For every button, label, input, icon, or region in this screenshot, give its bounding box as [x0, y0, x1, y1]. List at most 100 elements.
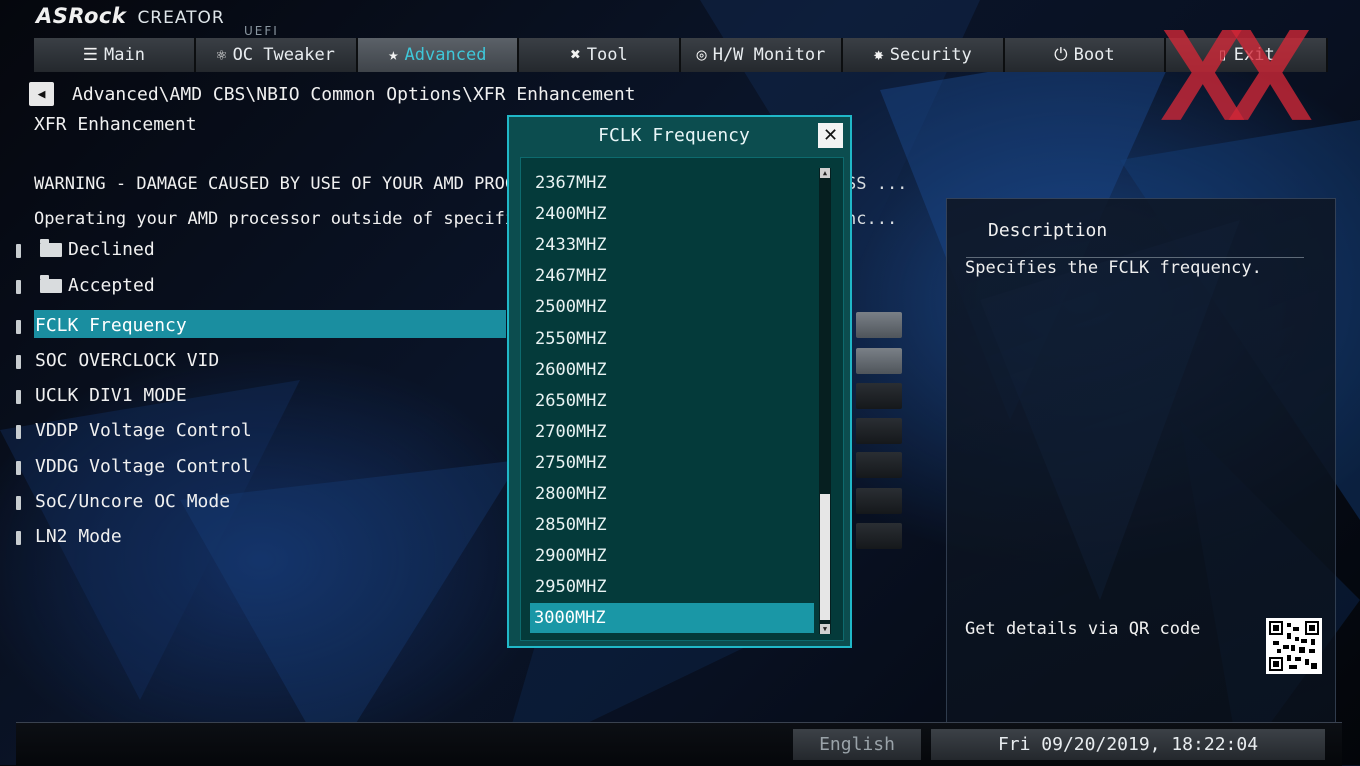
warning-line-2: Operating your AMD processor outside of …: [34, 209, 897, 229]
triangle-left-icon: ◀: [37, 86, 46, 102]
frequency-option[interactable]: 2900MHZ: [531, 541, 814, 571]
setting-value-box[interactable]: [856, 418, 902, 444]
row-indicator: [16, 496, 21, 510]
frequency-option[interactable]: 2400MHZ: [531, 199, 814, 229]
product-name: CREATOR: [137, 8, 225, 28]
frequency-option[interactable]: 2367MHZ: [531, 168, 814, 198]
frequency-option[interactable]: 2550MHZ: [531, 324, 814, 354]
row-indicator: [16, 461, 21, 475]
tab-label: Tool: [586, 45, 628, 65]
frequency-option[interactable]: 2950MHZ: [531, 572, 814, 602]
tab-oc-tweaker[interactable]: ⚛ OC Tweaker: [195, 38, 358, 72]
breadcrumb: Advanced\AMD CBS\NBIO Common Options\XFR…: [72, 84, 636, 105]
tab-advanced[interactable]: ★ Advanced: [357, 38, 520, 72]
description-panel: Description Specifies the FCLK frequency…: [946, 198, 1336, 723]
dialog-title: FCLK Frequency: [598, 125, 750, 146]
row-indicator: [16, 390, 21, 404]
warning-line-1: WARNING - DAMAGE CAUSED BY USE OF YOUR A…: [34, 174, 907, 194]
warning-text: Operating your AMD processor outside of …: [34, 209, 567, 229]
option-label: 2550MHZ: [535, 328, 607, 349]
row-indicator: [16, 425, 21, 439]
power-icon: ⏻: [1054, 45, 1068, 65]
tools-icon: ✖: [570, 45, 581, 65]
warning-text: WARNING - DAMAGE CAUSED BY USE OF YOUR A…: [34, 174, 567, 194]
frequency-option[interactable]: 2800MHZ: [531, 479, 814, 509]
menu-label: LN2 Mode: [35, 526, 122, 547]
tab-security[interactable]: ✸ Security: [842, 38, 1005, 72]
menu-label: UCLK DIV1 MODE: [35, 385, 187, 406]
setting-value-box[interactable]: [856, 488, 902, 514]
frequency-option[interactable]: 2700MHZ: [531, 417, 814, 447]
warning-text-tail: SS ...: [846, 174, 908, 194]
option-label: 2950MHZ: [535, 577, 607, 598]
tab-label: Boot: [1073, 45, 1115, 65]
setting-value-box[interactable]: [856, 383, 902, 409]
tab-boot[interactable]: ⏻ Boot: [1004, 38, 1167, 72]
menu-label: Accepted: [68, 275, 155, 296]
frequency-option[interactable]: 2600MHZ: [531, 355, 814, 385]
frequency-option-list[interactable]: ▲ ▼ 2367MHZ 2400MHZ 2433MHZ 2467MHZ 2500MHZ 2…: [520, 157, 844, 641]
frequency-option[interactable]: 2850MHZ: [531, 510, 814, 540]
option-label: 2367MHZ: [535, 173, 607, 193]
back-button[interactable]: ◀: [29, 82, 54, 106]
frequency-option[interactable]: 2650MHZ: [531, 386, 814, 416]
option-label: 2650MHZ: [535, 390, 607, 411]
scroll-thumb[interactable]: [820, 494, 830, 620]
setting-value-box[interactable]: [856, 452, 902, 478]
shield-icon: ✸: [873, 45, 884, 65]
option-label: 2400MHZ: [535, 204, 607, 225]
setting-value-box[interactable]: [856, 523, 902, 549]
setting-value-box[interactable]: [856, 312, 902, 338]
tab-label: H/W Monitor: [712, 45, 826, 65]
tab-main[interactable]: ☰ Main: [34, 38, 196, 72]
frequency-option[interactable]: 3000MHZ: [530, 603, 814, 634]
option-label: 2600MHZ: [535, 359, 607, 380]
frequency-option[interactable]: 2750MHZ: [531, 448, 814, 478]
main-tab-bar: ☰ Main ⚛ OC Tweaker ★ Advanced ✖ Tool ◎ H/W Monit…: [34, 38, 1328, 72]
qr-code-label: Get details via QR code: [965, 619, 1201, 639]
rocket-icon: ⚛: [216, 45, 227, 65]
brand-header: ASRock CREATOR UEFI: [36, 4, 277, 38]
list-scrollbar[interactable]: ▲ ▼: [819, 168, 831, 634]
option-label: 2850MHZ: [535, 515, 607, 536]
row-indicator: [16, 320, 21, 334]
tab-tool[interactable]: ✖ Tool: [519, 38, 681, 72]
option-label: 2700MHZ: [535, 421, 607, 442]
close-button[interactable]: ✕: [818, 123, 843, 148]
tab-label: OC Tweaker: [232, 45, 335, 65]
watermark-logo: XX: [1160, 2, 1313, 149]
row-indicator: [16, 355, 21, 369]
asrock-logo: ASRock: [36, 4, 127, 28]
tab-label: Main: [104, 45, 145, 65]
frequency-option[interactable]: 2433MHZ: [531, 230, 814, 260]
qr-code-icon: [1266, 618, 1322, 674]
row-indicator: [16, 280, 21, 294]
option-label: 2500MHZ: [535, 297, 607, 318]
row-indicator: [16, 531, 21, 545]
menu-label: VDDG Voltage Control: [35, 456, 252, 477]
scroll-up-arrow-icon[interactable]: ▲: [820, 168, 830, 178]
star-icon: ★: [388, 45, 399, 65]
frequency-option[interactable]: 2500MHZ: [531, 292, 814, 322]
option-label: 2800MHZ: [535, 484, 607, 504]
frequency-option[interactable]: 2467MHZ: [531, 261, 814, 291]
folder-icon: [40, 239, 62, 257]
tab-label: Advanced: [404, 45, 487, 65]
tab-label: Security: [889, 45, 972, 65]
close-icon: ✕: [822, 125, 839, 146]
setting-value-box[interactable]: [856, 348, 902, 374]
option-label: 2433MHZ: [535, 235, 607, 256]
language-button[interactable]: English: [793, 729, 921, 760]
option-label: 2467MHZ: [535, 266, 607, 287]
scroll-down-arrow-icon[interactable]: ▼: [820, 624, 830, 634]
uefi-label: UEFI: [244, 24, 279, 38]
menu-label: SOC OVERCLOCK VID: [35, 350, 220, 371]
tab-h-w-monitor[interactable]: ◎ H/W Monitor: [681, 38, 843, 72]
list-icon: ☰: [82, 45, 99, 65]
datetime-display: Fri 09/20/2019, 18:22:04: [931, 729, 1325, 760]
description-title: Description: [988, 220, 1108, 241]
menu-label: FCLK Frequency: [35, 315, 187, 336]
row-indicator: [16, 244, 21, 258]
option-label: 2900MHZ: [535, 546, 607, 567]
menu-label: SoC/Uncore OC Mode: [35, 491, 231, 512]
